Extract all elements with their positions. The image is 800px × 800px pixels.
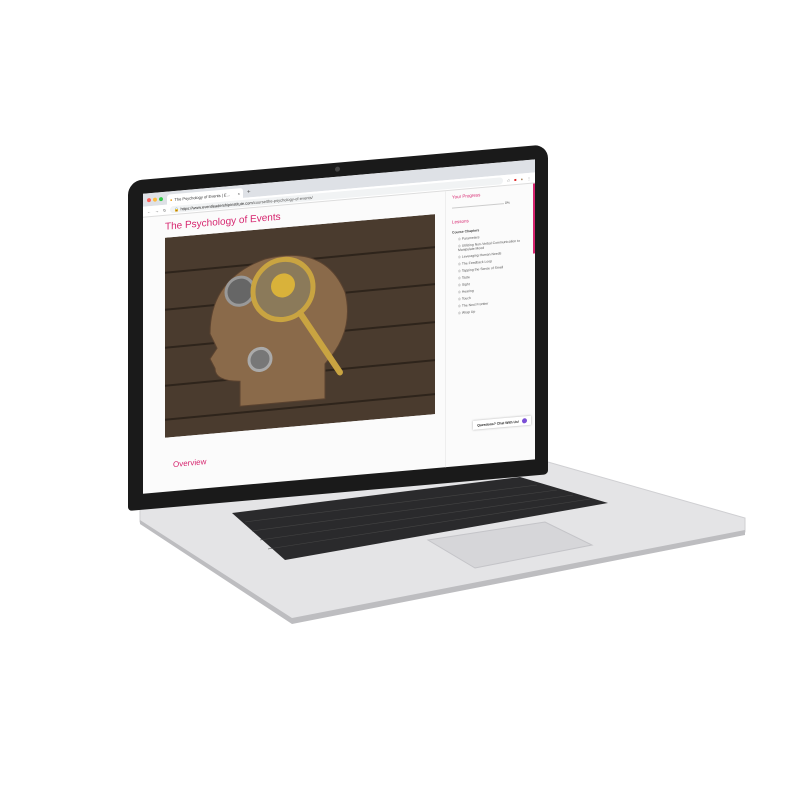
forward-icon[interactable]: → bbox=[155, 208, 159, 213]
camera bbox=[335, 166, 340, 172]
browser-window: ● The Psychology of Events | E... × + ← … bbox=[143, 159, 535, 494]
chat-widget-button[interactable]: Questions? Chat With Us! bbox=[473, 415, 531, 430]
reload-icon[interactable]: ↻ bbox=[163, 207, 166, 212]
lessons-heading: Lessons bbox=[452, 218, 469, 225]
close-window-button[interactable] bbox=[147, 197, 151, 203]
menu-icon[interactable]: ⋮ bbox=[527, 175, 531, 180]
progress-bar bbox=[452, 202, 504, 209]
bookmark-star-icon[interactable]: ☆ bbox=[507, 177, 511, 182]
chat-label: Questions? Chat With Us! bbox=[477, 419, 519, 427]
maximize-window-button[interactable] bbox=[159, 196, 163, 202]
new-tab-button[interactable]: + bbox=[243, 189, 255, 198]
main-content: The Psychology of Events Overview bbox=[143, 191, 445, 493]
sidebar-scrollbar[interactable] bbox=[533, 183, 535, 254]
favicon-icon: ● bbox=[170, 196, 173, 202]
back-icon[interactable]: ← bbox=[147, 208, 151, 213]
overview-heading: Overview bbox=[173, 457, 207, 470]
extension-icon[interactable]: ■ bbox=[514, 177, 516, 182]
close-tab-icon[interactable]: × bbox=[238, 191, 240, 196]
progress-label: 0% bbox=[504, 200, 510, 206]
course-sidebar: Your Progress 0% Lessons Course Chapters… bbox=[445, 183, 535, 469]
laptop-lid: ● The Psychology of Events | E... × + ← … bbox=[128, 144, 548, 511]
progress-heading: Your Progress bbox=[452, 192, 481, 200]
chat-icon bbox=[522, 418, 527, 424]
profile-avatar[interactable]: ● bbox=[521, 176, 523, 181]
hero-image bbox=[164, 214, 436, 438]
minimize-window-button[interactable] bbox=[153, 197, 157, 202]
